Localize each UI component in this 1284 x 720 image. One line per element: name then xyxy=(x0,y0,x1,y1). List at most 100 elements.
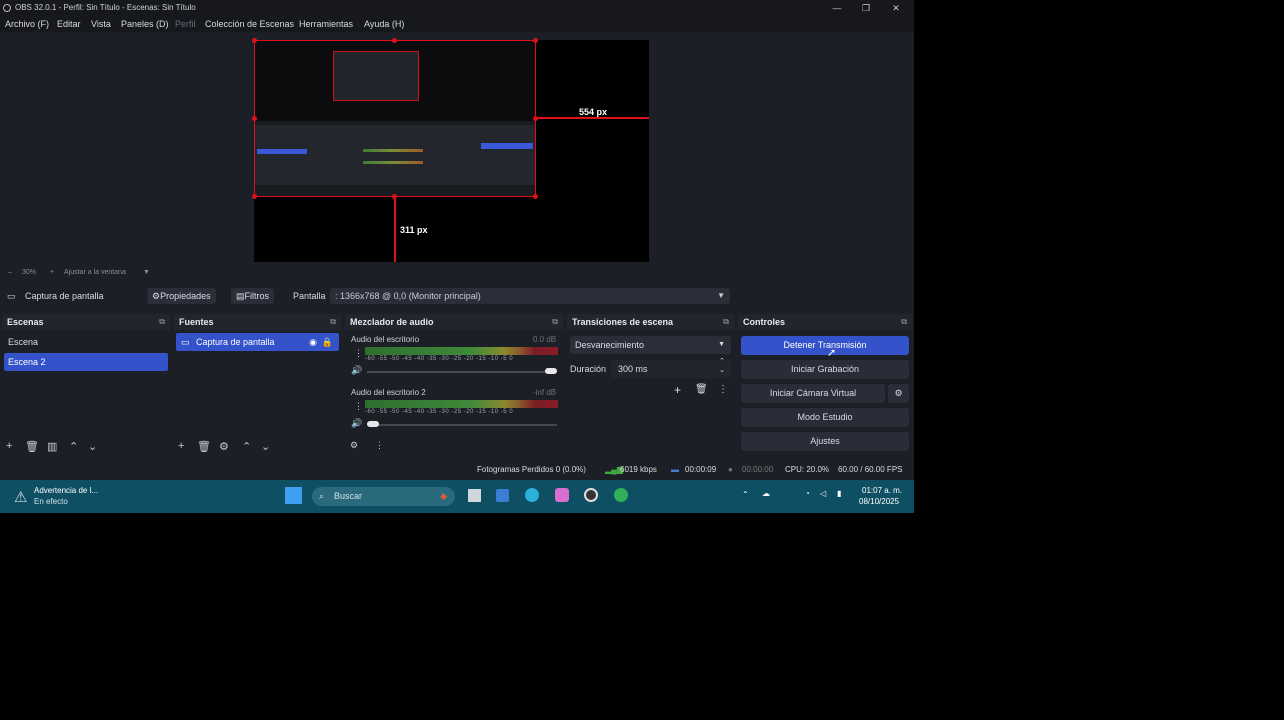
weather-alert-icon[interactable]: ⚠ xyxy=(14,488,27,506)
captured-selection xyxy=(257,149,307,154)
menu-coleccion-escenas[interactable]: Colección de Escenas xyxy=(205,16,294,32)
captured-meter xyxy=(363,149,423,152)
resize-handle[interactable] xyxy=(533,194,538,199)
edge-browser-icon[interactable] xyxy=(525,488,539,502)
audio-mixer-dock: Mezclador de audio ⧉ Audio del escritori… xyxy=(345,314,563,459)
menu-paneles[interactable]: Paneles (D) xyxy=(121,16,169,32)
clock-time[interactable]: 01:07 a. m. xyxy=(862,486,902,495)
menu-herramientas[interactable]: Herramientas xyxy=(299,16,353,32)
remove-transition-button[interactable]: 🗑 xyxy=(695,384,708,395)
add-source-button[interactable]: + xyxy=(178,440,184,452)
move-up-button[interactable]: ⌃ xyxy=(69,440,78,453)
zoom-dropdown-icon[interactable]: ▼ xyxy=(143,266,150,280)
speaker-icon[interactable]: 🔊 xyxy=(351,418,362,429)
remove-scene-button[interactable]: 🗑 xyxy=(25,440,39,453)
menu-archivo[interactable]: Archivo (F) xyxy=(5,16,49,32)
captured-nested-preview xyxy=(333,51,419,101)
obs-taskbar-icon[interactable] xyxy=(584,488,598,502)
add-transition-button[interactable]: + xyxy=(674,383,681,397)
undock-icon[interactable]: ⧉ xyxy=(552,314,558,330)
filters-button[interactable]: ▤Filtros xyxy=(231,288,275,304)
transition-menu-icon[interactable]: ⋮ xyxy=(718,384,728,395)
undock-icon[interactable]: ⧉ xyxy=(159,314,165,330)
properties-button[interactable]: ⚙Propiedades xyxy=(147,288,216,304)
store-icon[interactable] xyxy=(496,489,509,502)
channel-menu-icon[interactable]: ⋮ xyxy=(354,348,363,359)
mixer-menu-icon[interactable]: ⋮ xyxy=(375,440,384,451)
chevron-up-icon[interactable]: ⌃ xyxy=(742,490,749,499)
sources-list: ▭ Captura de pantalla ◉ 🔒 xyxy=(174,332,341,436)
lock-icon[interactable]: 🔒 xyxy=(322,333,333,351)
menu-ayuda[interactable]: Ayuda (H) xyxy=(364,16,404,32)
undock-icon[interactable]: ⧉ xyxy=(330,314,336,330)
menu-perfil[interactable]: Perfil xyxy=(175,16,196,32)
volume-slider[interactable] xyxy=(367,371,557,373)
channel-menu-icon[interactable]: ⋮ xyxy=(354,401,363,412)
chrome-icon[interactable] xyxy=(614,488,628,502)
move-down-button[interactable]: ⌄ xyxy=(88,440,97,453)
windows-start-icon[interactable] xyxy=(285,487,302,504)
menu-vista[interactable]: Vista xyxy=(91,16,111,32)
add-scene-button[interactable]: + xyxy=(6,440,12,452)
move-down-button[interactable]: ⌄ xyxy=(261,440,270,453)
move-up-button[interactable]: ⌃ xyxy=(242,440,251,453)
undock-icon[interactable]: ⧉ xyxy=(901,314,907,330)
search-highlight-icon: ◆ xyxy=(440,491,447,501)
onedrive-cloud-icon[interactable]: ☁ xyxy=(762,489,770,498)
spin-arrows-icon[interactable]: ⌃ ⌄ xyxy=(719,357,725,375)
minimize-button[interactable]: — xyxy=(822,0,852,16)
start-recording-button[interactable]: Iniciar Grabación xyxy=(741,360,909,379)
distance-guide-vertical xyxy=(394,197,396,262)
scene-item[interactable]: Escena xyxy=(4,333,168,351)
audio-channel-name: Audio del escritorio xyxy=(351,335,420,344)
audio-level-meter xyxy=(365,347,558,355)
screen-capture-source[interactable] xyxy=(254,40,536,197)
close-button[interactable]: ✕ xyxy=(881,0,911,16)
screen-select[interactable]: : 1366x768 @ 0,0 (Monitor principal) ▼ xyxy=(330,288,730,304)
volume-slider-knob[interactable] xyxy=(367,421,379,427)
distance-guide-horizontal xyxy=(536,117,649,119)
scene-item-selected[interactable]: Escena 2 xyxy=(4,353,168,371)
taskbar-search[interactable]: ⌕ Buscar ◆ xyxy=(312,487,455,506)
maximize-button[interactable]: ❐ xyxy=(851,0,881,16)
volume-icon[interactable]: ◁ xyxy=(820,489,826,498)
duration-spinbox[interactable]: 300 ms ⌃ ⌄ xyxy=(611,357,731,378)
windows-taskbar: ⚠ Advertencia de l... En efecto ⌕ Buscar… xyxy=(0,480,914,513)
copilot-icon[interactable] xyxy=(555,488,569,502)
fit-to-window-label[interactable]: Ajustar a la ventana xyxy=(64,266,126,280)
zoom-in-button[interactable]: + xyxy=(50,266,54,280)
remove-source-button[interactable]: 🗑 xyxy=(197,440,211,453)
gear-icon: ⚙ xyxy=(152,291,161,301)
mouse-cursor-icon: ➚ xyxy=(827,347,837,359)
resize-handle[interactable] xyxy=(252,116,257,121)
stop-streaming-button[interactable]: Detener Transmisión xyxy=(741,336,909,355)
scene-filters-button[interactable]: ▥ xyxy=(47,440,57,453)
start-virtual-camera-button[interactable]: Iniciar Cámara Virtual xyxy=(741,384,885,403)
battery-icon[interactable]: ▮ xyxy=(837,489,841,498)
task-view-icon[interactable] xyxy=(468,489,481,502)
volume-slider[interactable] xyxy=(367,424,557,426)
visibility-eye-icon[interactable]: ◉ xyxy=(309,333,317,351)
source-item-selected[interactable]: ▭ Captura de pantalla ◉ 🔒 xyxy=(176,333,339,351)
volume-slider-knob[interactable] xyxy=(545,368,557,374)
speaker-icon[interactable]: 🔊 xyxy=(351,365,362,376)
studio-mode-button[interactable]: Modo Estudio xyxy=(741,408,909,427)
clock-date[interactable]: 08/10/2025 xyxy=(859,497,899,506)
audio-channel-name: Audio del escritorio 2 xyxy=(351,388,426,397)
resize-handle[interactable] xyxy=(252,194,257,199)
undock-icon[interactable]: ⧉ xyxy=(723,314,729,330)
sources-footer: + 🗑 ⚙ ⌃ ⌄ xyxy=(174,435,341,459)
resize-handle[interactable] xyxy=(252,38,257,43)
virtual-camera-settings-gear-icon[interactable]: ⚙ xyxy=(888,384,909,403)
settings-button[interactable]: Ajustes xyxy=(741,432,909,451)
weather-title[interactable]: Advertencia de l... xyxy=(34,486,98,495)
bitrate: 6019 kbps xyxy=(620,465,657,474)
resize-handle[interactable] xyxy=(392,38,397,43)
resize-handle[interactable] xyxy=(533,38,538,43)
menu-editar[interactable]: Editar xyxy=(57,16,81,32)
advanced-audio-icon[interactable]: ⚙ xyxy=(350,440,358,451)
wifi-icon[interactable]: ◔ xyxy=(805,489,810,498)
transition-select[interactable]: Desvanecimiento ▼ xyxy=(570,336,731,354)
source-properties-button[interactable]: ⚙ xyxy=(219,440,229,453)
zoom-out-button[interactable]: – xyxy=(8,266,12,280)
